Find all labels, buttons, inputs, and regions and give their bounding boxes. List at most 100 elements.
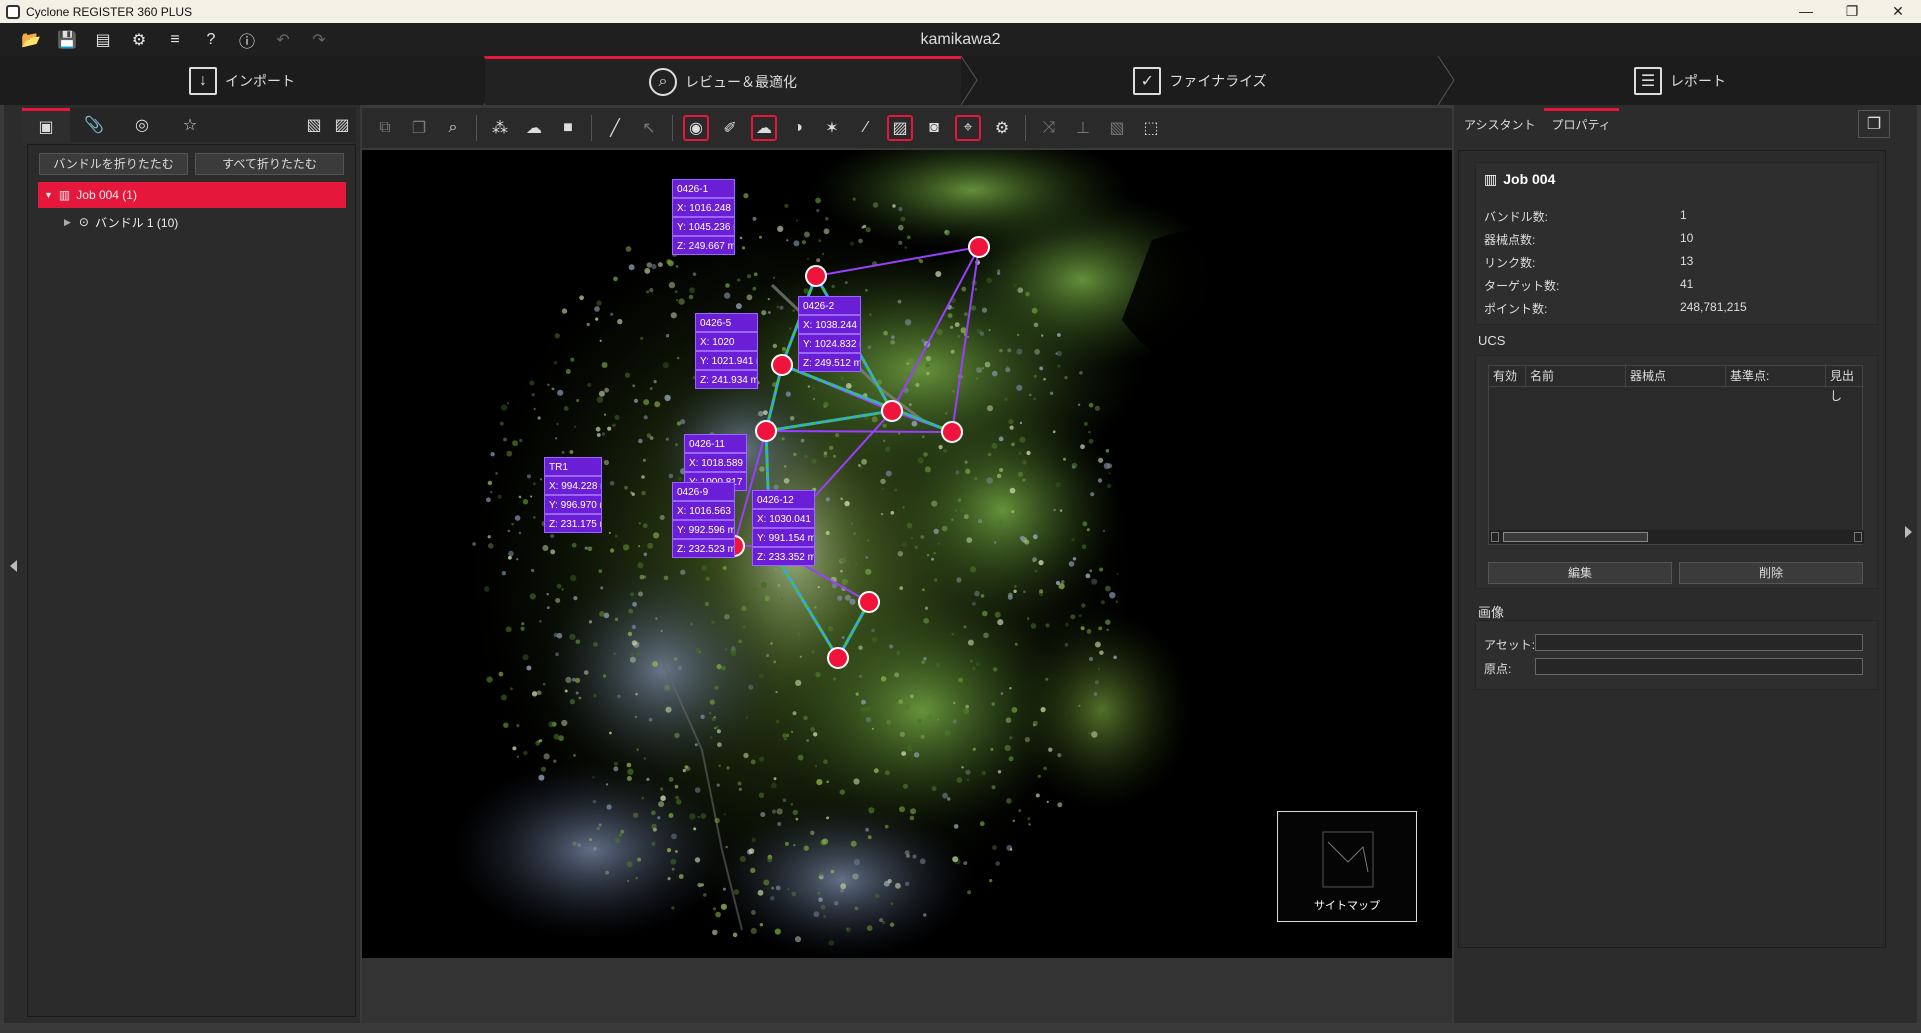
database-icon[interactable]: ≡ xyxy=(164,29,186,51)
cloud-icon[interactable]: ☁ xyxy=(751,115,777,141)
star-shape-icon[interactable]: ✶ xyxy=(819,115,845,141)
ucs-col-enabled[interactable]: 有効 xyxy=(1489,366,1526,386)
cloud-point xyxy=(910,808,917,815)
tab-bundles[interactable]: ▣ xyxy=(22,108,70,142)
scroll-left-icon[interactable] xyxy=(1491,532,1499,542)
shuffle-icon[interactable]: ⤨ xyxy=(1036,115,1062,141)
ucs-col-heading[interactable]: 見出し xyxy=(1826,366,1864,403)
step-review[interactable]: ⌕ レビュー＆最適化 xyxy=(485,56,961,105)
edit-button[interactable]: 編集 xyxy=(1488,562,1672,584)
link-icon[interactable]: ∕ xyxy=(853,115,879,141)
cloud-point xyxy=(844,281,848,285)
horizontal-scrollbar[interactable] xyxy=(1489,530,1864,544)
selection-box-icon[interactable]: ⬚ xyxy=(1138,115,1164,141)
collapse-bundles-button[interactable]: バンドルを折りたたむ xyxy=(39,153,188,175)
bundle-options-button[interactable]: ▨ xyxy=(328,108,356,142)
setup-marker[interactable] xyxy=(968,236,990,258)
step-import-label: インポート xyxy=(225,72,295,89)
cluster-icon[interactable]: ⁂ xyxy=(487,115,513,141)
tab-assistant[interactable]: アシスタント xyxy=(1456,108,1544,142)
setup-marker[interactable] xyxy=(941,421,963,443)
setup-label-0426-1[interactable]: 0426-1 X: 1016.248 m Y: 1045.236 m Z: 24… xyxy=(672,179,735,255)
step-finalize[interactable]: ✓ ファイナライズ xyxy=(962,56,1438,105)
image-stack-icon[interactable]: ▧ xyxy=(1104,115,1130,141)
scroll-right-icon[interactable] xyxy=(1854,532,1862,542)
folder-open-icon[interactable]: 📂 xyxy=(20,29,42,51)
step-report[interactable]: ☰ レポート xyxy=(1439,56,1921,105)
book-icon[interactable]: ▤ xyxy=(92,29,114,51)
collapse-right-icon[interactable] xyxy=(1905,526,1912,538)
info-icon[interactable]: ⓘ xyxy=(236,29,258,51)
gear-icon[interactable]: ⚙ xyxy=(128,29,150,51)
measure-icon[interactable]: ╱ xyxy=(602,115,628,141)
select-icon[interactable]: ↖ xyxy=(636,115,662,141)
cloud-merge-icon[interactable]: ☁ xyxy=(521,115,547,141)
setup-label-tr1[interactable]: TR1 X: 994.228 m Y: 996.970 m Z: 231.175… xyxy=(544,457,602,533)
setup-marker[interactable] xyxy=(881,400,903,422)
cloud-point xyxy=(596,300,602,306)
setup-marker[interactable] xyxy=(771,354,793,376)
location-pin-icon[interactable]: ⌖ xyxy=(955,115,981,141)
delete-button[interactable]: 削除 xyxy=(1679,562,1863,584)
cloud-point xyxy=(774,567,778,571)
cloud-point xyxy=(897,551,903,557)
tree-item-bundle[interactable]: ▶ ⊙ バンドル 1 (10) xyxy=(60,209,346,235)
maximize-button[interactable]: ❐ xyxy=(1829,0,1875,23)
setup-label-0426-12[interactable]: 0426-12 X: 1030.041 m Y: 991.154 m Z: 23… xyxy=(752,490,815,566)
redo-icon[interactable]: ↷ xyxy=(308,29,330,51)
origin-field[interactable] xyxy=(1535,658,1863,675)
minimize-button[interactable]: — xyxy=(1783,0,1829,23)
help-icon[interactable]: ? xyxy=(200,29,222,51)
folder-save-icon[interactable]: 💾 xyxy=(56,29,78,51)
ucs-col-name[interactable]: 名前 xyxy=(1526,366,1626,386)
copy-view-icon[interactable]: ❐ xyxy=(406,115,432,141)
tab-properties[interactable]: プロパティ xyxy=(1543,108,1619,142)
setup-marker[interactable] xyxy=(858,591,880,613)
setup-label-0426-9[interactable]: 0426-9 X: 1016.563 m Y: 992.596 m Z: 232… xyxy=(672,482,735,558)
cloud-point xyxy=(947,313,953,318)
axis-icon[interactable]: ⊥ xyxy=(1070,115,1096,141)
setup-icon[interactable]: ◉ xyxy=(683,115,709,141)
sitemap-thumbnail[interactable]: サイトマップ xyxy=(1277,811,1417,922)
setup-marker[interactable] xyxy=(827,647,849,669)
settings-cloud-icon[interactable]: ⚙ xyxy=(989,115,1015,141)
zoom-extent-icon[interactable]: ⌕ xyxy=(440,115,466,141)
cloud-point xyxy=(648,717,653,722)
ucs-col-reference[interactable]: 基準点: xyxy=(1726,366,1826,386)
tab-targets[interactable]: ☆ xyxy=(166,108,214,142)
cloud-point xyxy=(503,722,509,728)
step-import[interactable]: ↓ インポート xyxy=(0,56,484,105)
box-icon[interactable]: ■ xyxy=(555,115,581,141)
cloud-point xyxy=(1098,626,1103,631)
image-icon[interactable]: ▨ xyxy=(887,115,913,141)
camera-icon[interactable]: ◙ xyxy=(921,115,947,141)
setup-label-0426-2[interactable]: 0426-2 X: 1038.244 m Y: 1024.832 m Z: 24… xyxy=(798,296,861,372)
cloud-point xyxy=(572,841,577,846)
tree-item-job[interactable]: ▼ ▥ Job 004 (1) xyxy=(38,182,346,208)
collapse-all-button[interactable]: すべて折りたたむ xyxy=(195,153,344,175)
maximize-panel-button[interactable]: ❐ xyxy=(1858,110,1890,138)
link-line[interactable] xyxy=(765,430,953,433)
setup-marker[interactable] xyxy=(755,420,777,442)
cloud-point xyxy=(575,639,581,645)
cloud-point xyxy=(632,384,636,388)
cloud-point xyxy=(813,911,820,918)
add-bundle-button[interactable]: ▧ xyxy=(300,108,328,142)
ucs-col-setup[interactable]: 器械点 xyxy=(1626,366,1726,386)
tab-globe[interactable]: ◎ xyxy=(118,108,166,142)
collapse-left-icon[interactable] xyxy=(10,560,17,572)
tab-links[interactable]: 📎 xyxy=(70,108,118,142)
undo-icon[interactable]: ↶ xyxy=(272,29,294,51)
tag-icon[interactable]: ✐ xyxy=(717,115,743,141)
close-button[interactable]: ✕ xyxy=(1875,0,1921,23)
setup-marker[interactable] xyxy=(805,265,827,287)
expand-arrow-icon[interactable]: ▼ xyxy=(44,190,53,200)
scrollbar-thumb[interactable] xyxy=(1503,532,1648,542)
cloud-point xyxy=(935,271,942,277)
collapse-arrow-icon[interactable]: ▶ xyxy=(64,217,71,228)
layers-icon[interactable]: ⧉ xyxy=(372,115,398,141)
setup-label-0426-5[interactable]: 0426-5 X: 1020m Y: 1021.941 m Z: 241.934… xyxy=(695,313,758,389)
target-icon[interactable]: ◑ xyxy=(785,115,811,141)
asset-field[interactable] xyxy=(1535,634,1863,651)
ucs-table[interactable]: 有効 名前 器械点 基準点: 見出し xyxy=(1488,365,1864,545)
